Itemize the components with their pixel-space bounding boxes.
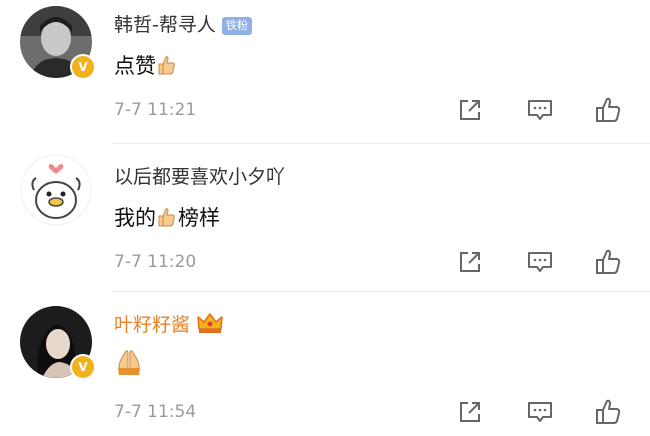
timestamp: 7-7 11:21 xyxy=(114,100,197,120)
comment-icon xyxy=(528,252,552,272)
timestamp: 7-7 11:20 xyxy=(114,252,197,272)
reply-button[interactable] xyxy=(526,398,554,426)
share-icon xyxy=(460,100,480,120)
share-button[interactable] xyxy=(456,248,484,276)
comment-icon xyxy=(528,100,552,120)
comment-text: 我的 榜样 xyxy=(114,202,220,233)
like-button[interactable] xyxy=(594,248,622,276)
clasped-hands-emoji-icon xyxy=(114,348,144,381)
comment-text xyxy=(114,348,144,381)
comment-item: V 叶籽籽酱 7-7 11:54 xyxy=(0,292,650,436)
comment-text-content: 点赞 xyxy=(114,54,156,78)
username[interactable]: 韩哲-帮寻人 铁粉 xyxy=(114,10,252,37)
username-text: 叶籽籽酱 xyxy=(114,314,191,336)
thumbs-up-icon xyxy=(596,97,621,122)
thumbs-up-emoji-icon xyxy=(156,54,178,81)
comment-text-before: 我的 xyxy=(114,206,156,230)
share-button[interactable] xyxy=(456,96,484,124)
like-button[interactable] xyxy=(594,96,622,124)
like-button[interactable] xyxy=(594,398,622,426)
verified-badge-icon: V xyxy=(70,54,96,80)
comment-icon xyxy=(528,402,552,422)
username[interactable]: 叶籽籽酱 xyxy=(114,310,224,340)
thumbs-up-emoji-icon xyxy=(156,206,178,233)
comment-text-after: 榜样 xyxy=(178,206,220,230)
comment-item: 以后都要喜欢小夕吖 我的 榜样 7-7 11:20 xyxy=(0,144,650,292)
reply-button[interactable] xyxy=(526,248,554,276)
share-icon xyxy=(460,402,480,422)
reply-button[interactable] xyxy=(526,96,554,124)
share-icon xyxy=(460,252,480,272)
timestamp: 7-7 11:54 xyxy=(114,402,197,422)
thumbs-up-icon xyxy=(596,399,621,424)
share-button[interactable] xyxy=(456,398,484,426)
thumbs-up-icon xyxy=(596,249,621,274)
username[interactable]: 以后都要喜欢小夕吖 xyxy=(114,162,285,189)
crown-badge-icon xyxy=(196,311,224,340)
verified-badge-icon: V xyxy=(70,354,96,380)
avatar[interactable] xyxy=(20,154,92,226)
comment-item: V 韩哲-帮寻人 铁粉 点赞 7-7 11:21 xyxy=(0,0,650,144)
comment-text: 点赞 xyxy=(114,50,178,81)
username-text: 韩哲-帮寻人 xyxy=(114,14,216,36)
fan-badge: 铁粉 xyxy=(221,16,252,35)
